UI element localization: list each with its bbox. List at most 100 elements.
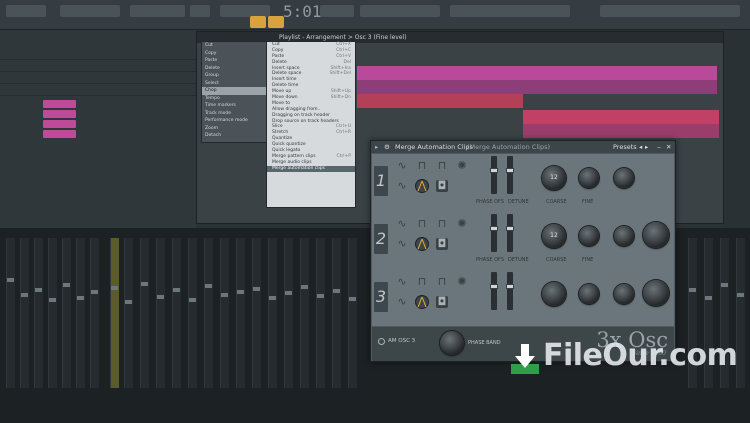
mixer-strip[interactable] bbox=[188, 238, 197, 388]
mixer-fader[interactable] bbox=[205, 284, 212, 288]
mixer-fader[interactable] bbox=[301, 285, 308, 289]
mixer-fader[interactable] bbox=[317, 294, 324, 298]
mixer-strip[interactable] bbox=[62, 238, 71, 388]
pulse-wave-icon[interactable]: ⊓ bbox=[436, 276, 448, 288]
mixer-fader[interactable] bbox=[333, 289, 340, 293]
toolbar-block[interactable] bbox=[190, 5, 210, 17]
sine-wave-icon[interactable]: ∿ bbox=[396, 160, 408, 172]
mixer-fader[interactable] bbox=[21, 293, 28, 297]
square-wave-icon[interactable]: ⊓ bbox=[416, 160, 428, 172]
mixer-fader[interactable] bbox=[737, 293, 744, 297]
triangle-wave-icon[interactable]: ∿ bbox=[396, 296, 408, 308]
menu-item[interactable]: Select bbox=[202, 80, 266, 88]
mixer-fader[interactable] bbox=[221, 293, 228, 297]
channel-row[interactable] bbox=[0, 50, 196, 60]
gear-icon[interactable]: ⚙ bbox=[384, 141, 390, 153]
preset-prev-icon[interactable]: ◂ bbox=[639, 141, 642, 153]
toolbar-block[interactable] bbox=[450, 5, 570, 17]
mixer-fader[interactable] bbox=[7, 278, 14, 282]
mixer-fader[interactable] bbox=[349, 297, 356, 301]
automation-clip[interactable] bbox=[523, 124, 719, 138]
menu-item[interactable]: Detach bbox=[202, 132, 266, 140]
channel-row[interactable] bbox=[0, 62, 196, 72]
triangle-wave-icon[interactable]: ∿ bbox=[396, 180, 408, 192]
mixer-strip[interactable] bbox=[220, 238, 229, 388]
mixer-strip[interactable] bbox=[76, 238, 85, 388]
coarse-knob[interactable]: 12 bbox=[542, 166, 566, 190]
mixer-strip[interactable] bbox=[236, 238, 245, 388]
volume-knob[interactable] bbox=[614, 168, 634, 188]
mixer-fader[interactable] bbox=[125, 300, 132, 304]
toolbar-block[interactable] bbox=[320, 5, 354, 17]
channel-row[interactable] bbox=[0, 74, 196, 84]
preset-next-icon[interactable]: ▸ bbox=[645, 141, 648, 153]
volume-knob[interactable] bbox=[614, 284, 634, 304]
mixer-fader[interactable] bbox=[253, 287, 260, 291]
toolbar-block[interactable] bbox=[60, 5, 120, 17]
mixer-strip[interactable] bbox=[6, 238, 15, 388]
mixer-fader[interactable] bbox=[721, 283, 728, 287]
automation-clip[interactable] bbox=[357, 80, 717, 94]
mixer-fader[interactable] bbox=[189, 298, 196, 302]
noise-icon[interactable]: ◘ bbox=[436, 180, 448, 192]
channel-row[interactable] bbox=[0, 86, 196, 96]
sine-wave-icon[interactable]: ∿ bbox=[396, 276, 408, 288]
mixer-strip[interactable] bbox=[140, 238, 149, 388]
coarse-knob[interactable] bbox=[542, 282, 566, 306]
mixer-fader[interactable] bbox=[157, 295, 164, 299]
mix-knob[interactable] bbox=[643, 280, 669, 306]
mixer-fader[interactable] bbox=[689, 288, 696, 292]
sine-wave-icon[interactable]: ∿ bbox=[396, 218, 408, 230]
noise-icon[interactable]: ◘ bbox=[436, 296, 448, 308]
mixer-fader[interactable] bbox=[141, 282, 148, 286]
mixer-strip[interactable] bbox=[34, 238, 43, 388]
mix-knob[interactable] bbox=[643, 222, 669, 248]
saw-wave-icon[interactable]: ⋀ bbox=[416, 238, 428, 250]
custom-wave-icon[interactable]: ✺ bbox=[456, 276, 468, 288]
mixer-fader[interactable] bbox=[77, 296, 84, 300]
mixer-fader[interactable] bbox=[285, 291, 292, 295]
phase-offset-slider[interactable] bbox=[490, 272, 498, 310]
presets-label[interactable]: Presets bbox=[613, 141, 637, 153]
menu-item[interactable]: Time markers bbox=[202, 102, 266, 110]
pulse-wave-icon[interactable]: ⊓ bbox=[436, 218, 448, 230]
custom-wave-icon[interactable]: ✺ bbox=[456, 218, 468, 230]
menu-item[interactable]: Performance mode bbox=[202, 117, 266, 125]
automation-clip[interactable] bbox=[357, 94, 523, 108]
mixer-strip[interactable] bbox=[284, 238, 293, 388]
pulse-wave-icon[interactable]: ⊓ bbox=[436, 160, 448, 172]
plugin-titlebar[interactable]: ▸ ⚙ Merge Automation Clips (Merge Automa… bbox=[371, 141, 675, 153]
fine-knob[interactable] bbox=[579, 226, 599, 246]
menu-item[interactable]: Delete bbox=[202, 65, 266, 73]
menu-item[interactable]: Cut bbox=[202, 42, 266, 50]
phase-offset-slider[interactable] bbox=[490, 214, 498, 252]
noise-icon[interactable]: ◘ bbox=[436, 238, 448, 250]
detune-slider[interactable] bbox=[506, 156, 514, 194]
mixer-strip[interactable] bbox=[20, 238, 29, 388]
mixer-strip[interactable] bbox=[90, 238, 99, 388]
mixer-fader[interactable] bbox=[173, 288, 180, 292]
collapse-arrow-icon[interactable]: ▸ bbox=[375, 141, 378, 153]
menu-item-highlighted[interactable]: Chop bbox=[202, 87, 266, 95]
mixer-fader[interactable] bbox=[49, 298, 56, 302]
mixer-strip[interactable] bbox=[268, 238, 277, 388]
mixer-fader[interactable] bbox=[63, 283, 70, 287]
mixer-fader[interactable] bbox=[111, 286, 118, 290]
triangle-wave-icon[interactable]: ∿ bbox=[396, 238, 408, 250]
coarse-knob[interactable]: 12 bbox=[542, 224, 566, 248]
channel-tag[interactable] bbox=[43, 120, 76, 128]
toolbar-block[interactable] bbox=[130, 5, 185, 17]
channel-tag[interactable] bbox=[43, 110, 76, 118]
toolbar-block[interactable] bbox=[360, 5, 440, 17]
mixer-strip[interactable] bbox=[316, 238, 325, 388]
toolbar-block[interactable] bbox=[600, 5, 740, 17]
close-icon[interactable]: ✕ bbox=[666, 141, 671, 153]
mixer-strip[interactable] bbox=[124, 238, 133, 388]
phase-band-knob[interactable] bbox=[440, 331, 464, 355]
mixer-fader[interactable] bbox=[35, 288, 42, 292]
menu-item[interactable]: Copy bbox=[202, 50, 266, 58]
volume-knob[interactable] bbox=[614, 226, 634, 246]
fine-knob[interactable] bbox=[579, 284, 599, 304]
fine-knob[interactable] bbox=[579, 168, 599, 188]
menu-item[interactable]: Zoom bbox=[202, 125, 266, 133]
